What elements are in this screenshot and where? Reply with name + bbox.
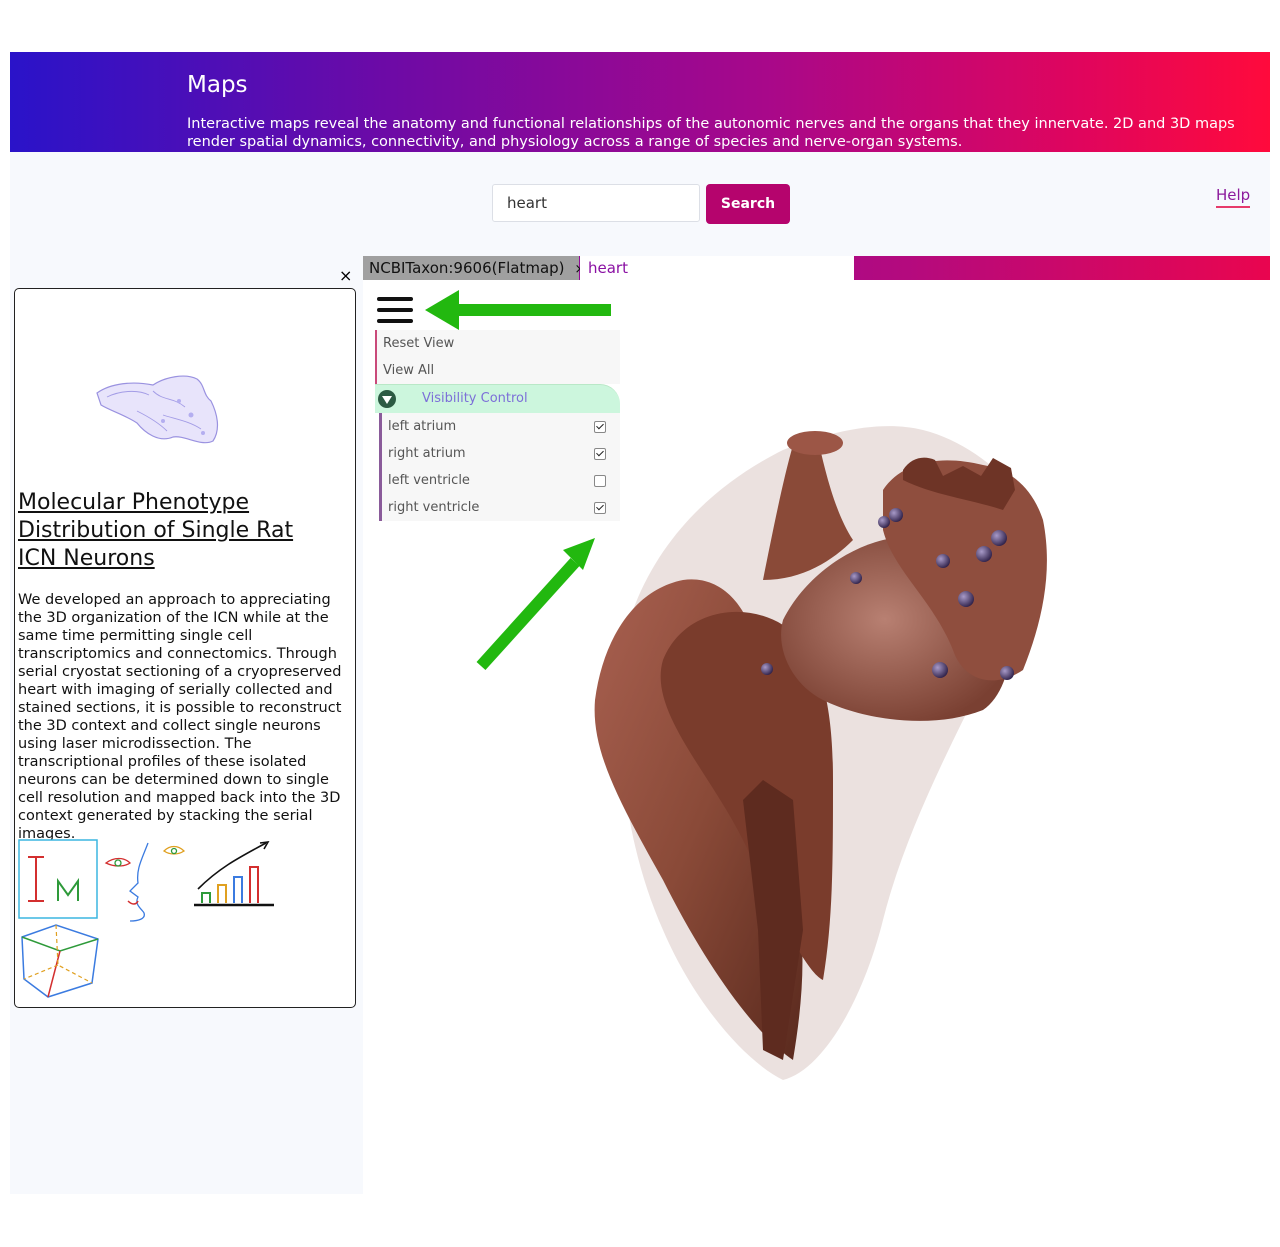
annotation-arrow-checkbox — [476, 538, 595, 671]
search-input[interactable] — [492, 184, 700, 222]
page-description: Interactive maps reveal the anatomy and … — [187, 116, 1235, 150]
help-link[interactable]: Help — [1216, 186, 1251, 208]
neuron-marker[interactable] — [878, 516, 890, 528]
neuron-marker[interactable] — [1000, 666, 1014, 680]
maps-page: Maps Interactive maps reveal the anatomy… — [10, 52, 1270, 1194]
neuron-marker[interactable] — [936, 554, 950, 568]
neuron-marker[interactable] — [976, 546, 992, 562]
tab-flatmap[interactable]: NCBITaxon:9606(Flatmap)× — [363, 256, 585, 280]
tab-label: NCBITaxon:9606(Flatmap) — [369, 259, 565, 277]
dataset-icon-row — [18, 839, 278, 1003]
dataset-thumbnail[interactable] — [93, 371, 223, 451]
tab-scaffold[interactable]: heart UBERON:0000948(Scaffold)× — [580, 256, 854, 301]
neuron-marker[interactable] — [932, 662, 948, 678]
neuron-marker[interactable] — [850, 572, 862, 584]
scaffold-viewer[interactable]: Reset View View All Visibility Control l… — [363, 280, 1270, 1194]
face-annotation-icon[interactable] — [104, 842, 186, 922]
dataset-card: Molecular Phenotype Distribution of Sing… — [14, 288, 356, 1008]
image-viewer-icon[interactable] — [18, 839, 98, 919]
close-panel-button[interactable]: × — [339, 266, 352, 285]
dataset-title[interactable]: Molecular Phenotype Distribution of Sing… — [18, 489, 338, 573]
page-banner: Maps Interactive maps reveal the anatomy… — [10, 52, 1270, 152]
annotation-arrow-menu — [425, 290, 611, 330]
search-button[interactable]: Search — [706, 184, 790, 224]
heart-scaffold-model[interactable] — [594, 426, 1047, 1080]
scaffold-cube-icon[interactable] — [21, 924, 99, 998]
neuron-marker[interactable] — [889, 508, 903, 522]
plot-icon[interactable] — [194, 841, 274, 907]
dataset-description: We developed an approach to appreciating… — [18, 592, 342, 842]
neuron-marker[interactable] — [958, 591, 974, 607]
neuron-marker[interactable] — [761, 663, 773, 675]
page-title: Maps — [187, 72, 248, 98]
neuron-marker[interactable] — [991, 530, 1007, 546]
